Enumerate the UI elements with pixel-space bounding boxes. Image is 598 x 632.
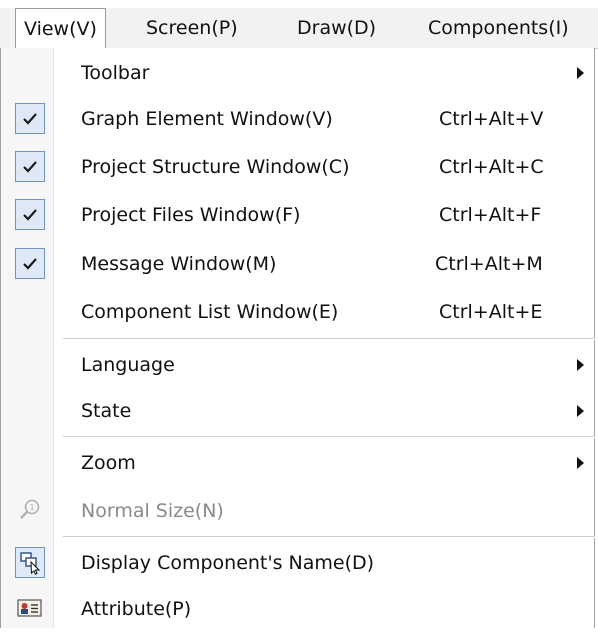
menu-item-message-window[interactable]: Message Window(M) Ctrl+Alt+M: [1, 241, 595, 287]
menu-view-label: View(V): [24, 18, 97, 40]
shortcut-text: Ctrl+Alt+M: [435, 253, 543, 275]
component-name-icon: [15, 547, 45, 578]
menu-components[interactable]: Components(I): [428, 8, 569, 48]
menu-item-state[interactable]: State: [1, 388, 595, 434]
menu-item-display-component-name-label: Display Component's Name(D): [81, 552, 375, 574]
menu-item-normal-size: 1 Normal Size(N): [1, 488, 595, 534]
view-dropdown-menu: Toolbar Graph Element Window(V) Ctrl+Alt…: [0, 48, 595, 628]
menu-item-attribute[interactable]: Attribute(P): [1, 586, 595, 632]
zoom-magnifier-icon: 1: [15, 496, 45, 527]
checkmark-icon: [15, 151, 45, 182]
menu-item-graph-element-window-label: Graph Element Window(V): [81, 108, 333, 130]
menu-item-state-label: State: [81, 400, 132, 422]
menu-item-zoom-label: Zoom: [81, 452, 136, 474]
checkmark-icon: [15, 248, 45, 279]
shortcut-text: Ctrl+Alt+F: [439, 204, 542, 226]
menu-separator: [63, 436, 595, 438]
menu-item-zoom[interactable]: Zoom: [1, 440, 595, 486]
menu-item-graph-element-window[interactable]: Graph Element Window(V) Ctrl+Alt+V: [1, 96, 595, 142]
menu-item-component-list-window[interactable]: Component List Window(E) Ctrl+Alt+E: [1, 289, 595, 335]
shortcut-text: Ctrl+Alt+C: [439, 156, 544, 178]
menu-item-project-structure-window-label: Project Structure Window(C): [81, 156, 350, 178]
checkmark-icon: [15, 103, 45, 134]
menu-item-toolbar[interactable]: Toolbar: [1, 50, 595, 96]
attribute-card-icon: [15, 594, 45, 625]
menu-view[interactable]: View(V): [15, 8, 106, 48]
menu-item-component-list-window-label: Component List Window(E): [81, 301, 339, 323]
menu-item-display-component-name[interactable]: Display Component's Name(D): [1, 540, 595, 586]
menu-item-project-files-window[interactable]: Project Files Window(F) Ctrl+Alt+F: [1, 192, 595, 238]
menu-item-normal-size-label: Normal Size(N): [81, 500, 224, 522]
menu-components-label: Components(I): [428, 17, 569, 39]
submenu-arrow-icon: [577, 67, 584, 79]
menu-item-toolbar-label: Toolbar: [81, 62, 150, 84]
menu-separator: [63, 536, 595, 538]
menu-bar: View(V) Screen(P) Draw(D) Components(I): [0, 8, 598, 49]
svg-text:1: 1: [29, 503, 34, 512]
menu-item-attribute-label: Attribute(P): [81, 598, 192, 620]
menu-screen[interactable]: Screen(P): [146, 8, 238, 48]
submenu-arrow-icon: [577, 359, 584, 371]
shortcut-text: Ctrl+Alt+E: [439, 301, 543, 323]
menu-item-language[interactable]: Language: [1, 342, 595, 388]
submenu-arrow-icon: [577, 457, 584, 469]
checkmark-icon: [15, 199, 45, 230]
menu-item-project-files-window-label: Project Files Window(F): [81, 204, 301, 226]
menu-item-project-structure-window[interactable]: Project Structure Window(C) Ctrl+Alt+C: [1, 144, 595, 190]
menu-draw-label: Draw(D): [297, 17, 377, 39]
submenu-arrow-icon: [577, 405, 584, 417]
menu-item-language-label: Language: [81, 354, 175, 376]
menu-item-message-window-label: Message Window(M): [81, 253, 277, 275]
shortcut-text: Ctrl+Alt+V: [439, 108, 544, 130]
menu-draw[interactable]: Draw(D): [297, 8, 376, 48]
menu-separator: [63, 338, 595, 340]
menu-screen-label: Screen(P): [146, 17, 238, 39]
